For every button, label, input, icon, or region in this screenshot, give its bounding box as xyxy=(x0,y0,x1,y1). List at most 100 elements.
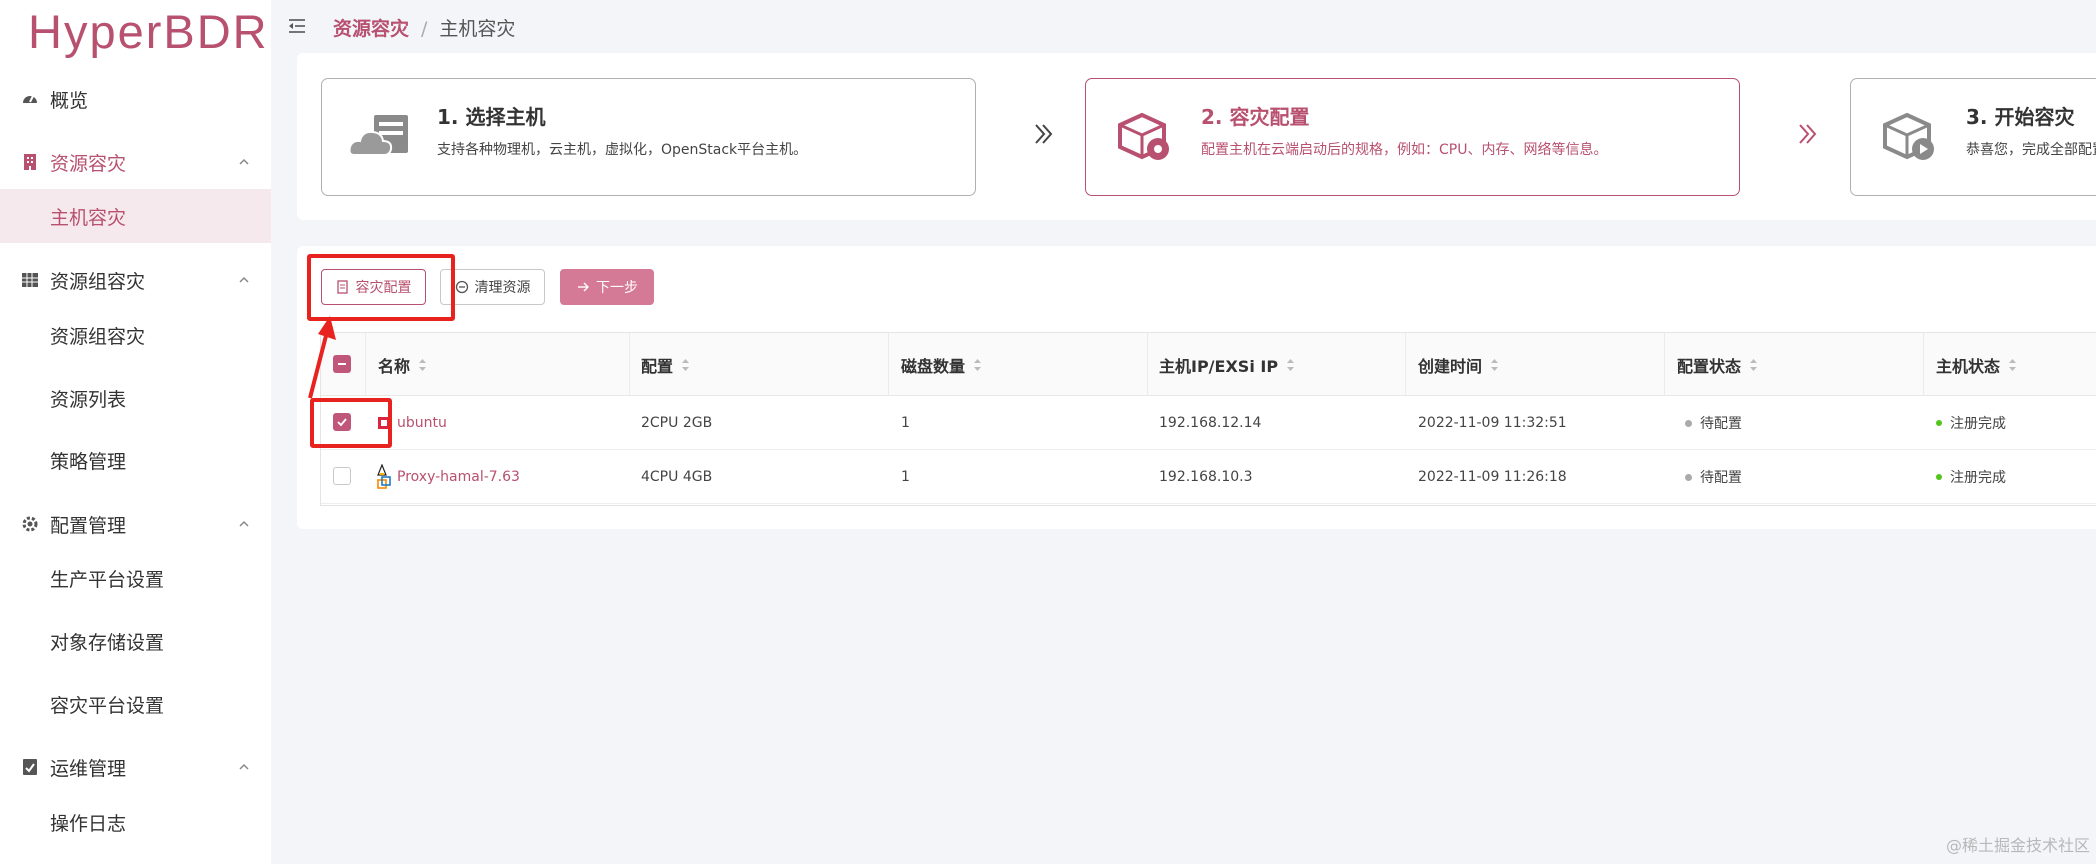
sidebar-item-object-storage[interactable]: 对象存储设置 xyxy=(0,614,271,668)
cloud-server-icon xyxy=(348,115,408,156)
sort-icon xyxy=(419,358,427,371)
column-config[interactable]: 配置 xyxy=(641,333,690,396)
annotation-box-config-button xyxy=(307,254,455,321)
table-row[interactable]: ubuntu 2CPU 2GB 1 192.168.12.14 2022-11-… xyxy=(321,396,2096,450)
step-title: 1. 选择主机 xyxy=(437,105,546,129)
linux-vmware-icon xyxy=(377,464,391,490)
sidebar-item-resource-list[interactable]: 资源列表 xyxy=(0,371,271,425)
step-dr-config: 2. 容灾配置 配置主机在云端启动后的规格，例如：CPU、内存、网络等信息。 xyxy=(1085,78,1740,196)
breadcrumb-host-dr: 主机容灾 xyxy=(439,18,516,40)
step-description: 配置主机在云端启动后的规格，例如：CPU、内存、网络等信息。 xyxy=(1201,142,1608,158)
double-chevron-right-icon xyxy=(1035,124,1053,144)
dashboard-icon xyxy=(20,89,40,109)
column-config-status[interactable]: 配置状态 xyxy=(1677,333,1758,396)
row-checkbox[interactable] xyxy=(333,467,351,485)
column-divider xyxy=(1405,333,1406,396)
sidebar-item-overview[interactable]: 概览 xyxy=(0,74,271,124)
arrow-right-icon xyxy=(578,282,589,292)
disk-count: 1 xyxy=(901,469,910,485)
app-logo: HyperBDR xyxy=(28,5,269,58)
sidebar: HyperBDR 概览 资源容灾 主机容灾 资源组容灾 资源组容灾 资源列表 策… xyxy=(0,0,271,864)
host-status: 注册完成 xyxy=(1936,396,2006,450)
double-chevron-right-icon xyxy=(1799,124,1817,144)
chevron-up-icon xyxy=(239,763,249,770)
sort-icon xyxy=(2009,358,2017,371)
breadcrumb-separator: / xyxy=(421,18,428,40)
column-divider xyxy=(629,333,630,396)
column-host-ip[interactable]: 主机IP/EXSi IP xyxy=(1159,333,1295,396)
sort-icon xyxy=(974,358,982,371)
chevron-up-icon xyxy=(239,520,249,527)
created-time: 2022-11-09 11:32:51 xyxy=(1418,415,1567,431)
settings-icon xyxy=(20,514,40,534)
grid-icon xyxy=(20,270,40,290)
status-dot xyxy=(1936,420,1942,426)
chevron-up-icon xyxy=(239,276,249,283)
sort-icon xyxy=(1491,358,1499,371)
column-disk-count[interactable]: 磁盘数量 xyxy=(901,333,982,396)
chevron-up-icon xyxy=(239,158,249,165)
sidebar-item-resource-group-dr[interactable]: 资源组容灾 xyxy=(0,255,271,305)
sidebar-item-host-dr[interactable]: 主机容灾 xyxy=(0,189,271,243)
column-divider xyxy=(1147,333,1148,396)
column-divider xyxy=(888,333,889,396)
sort-icon xyxy=(682,358,690,371)
step-description: 恭喜您，完成全部配置 xyxy=(1966,142,2096,158)
step-description: 支持各种物理机，云主机，虚拟化，OpenStack平台主机。 xyxy=(437,142,808,158)
column-divider xyxy=(1664,333,1665,396)
host-name-link[interactable]: Proxy-hamal-7.63 xyxy=(377,450,520,504)
step-title: 2. 容灾配置 xyxy=(1201,105,1310,129)
sort-icon xyxy=(1750,358,1758,371)
disk-count: 1 xyxy=(901,415,910,431)
sidebar-item-resource-dr[interactable]: 资源容灾 xyxy=(0,137,271,187)
sidebar-item-ops[interactable]: 运维管理 xyxy=(0,742,271,792)
top-bar: 资源容灾 / 主机容灾 xyxy=(271,0,2096,52)
status-dot xyxy=(1936,474,1942,480)
annotation-box-row-checkbox xyxy=(310,398,392,448)
config-status: 待配置 xyxy=(1685,396,1742,450)
steps-panel: 1. 选择主机 支持各种物理机，云主机，虚拟化，OpenStack平台主机。 2… xyxy=(297,53,2096,220)
host-table-panel: 容灾配置 清理资源 下一步 名称 配置 磁盘数量 主机IP/EXSi IP 创建… xyxy=(297,246,2096,529)
watermark: @稀土掘金技术社区 xyxy=(1945,836,2090,855)
sidebar-item-resource-group[interactable]: 资源组容灾 xyxy=(0,308,271,362)
table-row[interactable]: Proxy-hamal-7.63 4CPU 4GB 1 192.168.10.3… xyxy=(321,450,2096,504)
created-time: 2022-11-09 11:26:18 xyxy=(1418,469,1567,485)
column-divider xyxy=(1923,333,1924,396)
host-ip: 192.168.12.14 xyxy=(1159,415,1262,431)
sidebar-item-config-management[interactable]: 配置管理 xyxy=(0,499,271,549)
column-name[interactable]: 名称 xyxy=(378,333,427,396)
play-box-icon xyxy=(1883,112,1934,160)
column-divider xyxy=(365,333,366,396)
clean-resources-button[interactable]: 清理资源 xyxy=(440,269,545,305)
vm-icon xyxy=(377,476,391,489)
breadcrumb-resource-dr[interactable]: 资源容灾 xyxy=(333,18,409,40)
breadcrumb: 资源容灾 / 主机容灾 xyxy=(333,14,515,41)
host-status: 注册完成 xyxy=(1936,450,2006,504)
host-config: 2CPU 2GB xyxy=(641,415,713,431)
step-start-dr: 3. 开始容灾 恭喜您，完成全部配置 xyxy=(1850,78,2096,196)
step-title: 3. 开始容灾 xyxy=(1966,105,2075,129)
annotation-arrow xyxy=(308,316,336,399)
status-dot xyxy=(1685,473,1692,481)
host-ip: 192.168.10.3 xyxy=(1159,469,1253,485)
column-created-time[interactable]: 创建时间 xyxy=(1418,333,1499,396)
minus-circle-icon xyxy=(455,280,468,294)
host-table: 名称 配置 磁盘数量 主机IP/EXSi IP 创建时间 配置状态 主机状态 u… xyxy=(320,332,2096,506)
menu-fold-icon[interactable] xyxy=(287,16,307,36)
config-gear-icon xyxy=(1118,112,1169,160)
host-config: 4CPU 4GB xyxy=(641,469,713,485)
ops-icon xyxy=(20,757,40,777)
building-icon xyxy=(20,152,40,172)
next-step-button[interactable]: 下一步 xyxy=(560,269,654,305)
sidebar-item-production-platform[interactable]: 生产平台设置 xyxy=(0,551,271,605)
sidebar-item-policy[interactable]: 策略管理 xyxy=(0,433,271,487)
column-host-status[interactable]: 主机状态 xyxy=(1936,333,2017,396)
sidebar-item-dr-platform[interactable]: 容灾平台设置 xyxy=(0,677,271,731)
sidebar-item-operation-log[interactable]: 操作日志 xyxy=(0,795,271,849)
config-status: 待配置 xyxy=(1685,450,1742,504)
linux-icon xyxy=(377,464,387,476)
sort-icon xyxy=(1287,358,1295,371)
status-dot xyxy=(1685,419,1692,427)
step-select-host: 1. 选择主机 支持各种物理机，云主机，虚拟化，OpenStack平台主机。 xyxy=(321,78,976,196)
table-header: 名称 配置 磁盘数量 主机IP/EXSi IP 创建时间 配置状态 主机状态 xyxy=(321,333,2096,396)
